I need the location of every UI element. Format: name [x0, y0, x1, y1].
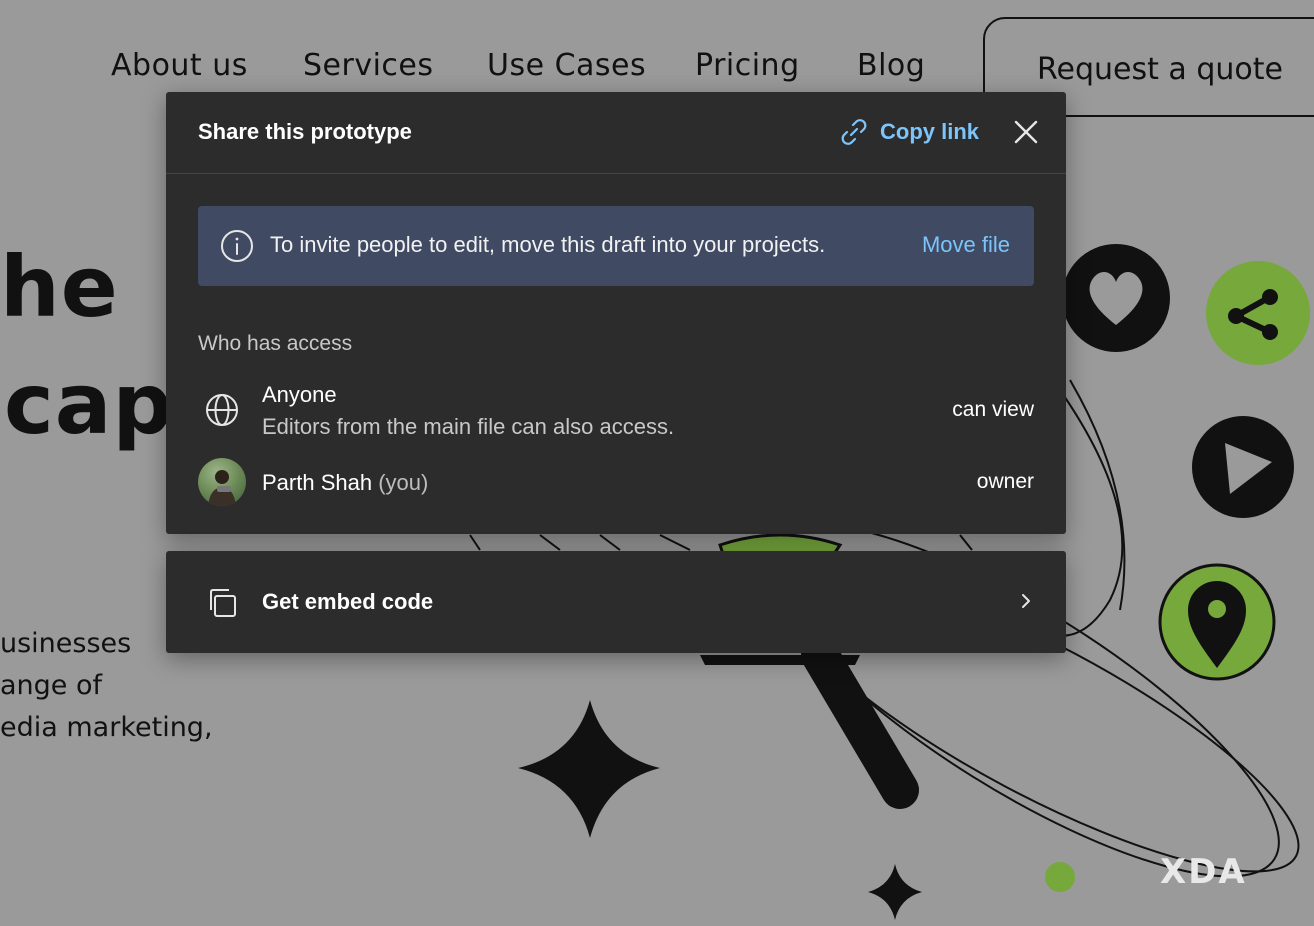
chevron-right-icon — [1022, 594, 1030, 608]
move-file-link[interactable]: Move file — [922, 232, 1010, 258]
link-icon — [841, 119, 867, 145]
access-anyone-subtitle: Editors from the main file can also acce… — [262, 414, 675, 439]
copy-link-label: Copy link — [880, 119, 980, 144]
avatar — [198, 458, 246, 506]
globe-icon — [206, 394, 238, 426]
access-anyone-permission[interactable]: can view — [952, 398, 1034, 422]
copy-link-button[interactable]: Copy link — [838, 115, 979, 149]
xda-watermark: XDA — [1160, 852, 1247, 892]
nav-services[interactable]: Services — [303, 48, 434, 83]
access-owner-name-row: Parth Shah (you) — [262, 470, 428, 496]
request-quote-label: Request a quote — [1037, 52, 1283, 87]
nav-pricing[interactable]: Pricing — [695, 48, 800, 83]
hero-text-line-2: cap — [4, 355, 174, 453]
access-owner-you: (you) — [378, 470, 429, 495]
hero-text-line-1: he — [0, 238, 119, 336]
access-anyone-title: Anyone — [262, 382, 337, 407]
close-icon[interactable] — [1010, 116, 1042, 148]
access-owner-permission: owner — [976, 470, 1034, 493]
info-icon — [221, 230, 253, 262]
modal-title: Share this prototype — [198, 119, 412, 144]
share-modal: Share this prototype Copy link To invite… — [166, 92, 1066, 534]
embed-label: Get embed code — [262, 589, 434, 614]
body-text-line-2: ange of — [0, 670, 103, 701]
get-embed-code-button[interactable]: Get embed code — [166, 551, 1066, 653]
avatar-image — [208, 470, 236, 506]
modal-header: Share this prototype Copy link — [166, 92, 1066, 174]
body-text-line-3: edia marketing, — [0, 712, 213, 743]
nav-about-us[interactable]: About us — [111, 48, 248, 83]
info-banner: To invite people to edit, move this draf… — [198, 206, 1034, 286]
nav-blog[interactable]: Blog — [857, 48, 925, 83]
access-owner-name: Parth Shah — [262, 470, 373, 495]
nav-use-cases[interactable]: Use Cases — [487, 48, 646, 83]
who-has-access-label: Who has access — [198, 332, 353, 355]
copy-embed-icon — [210, 589, 236, 617]
banner-text: To invite people to edit, move this draf… — [270, 232, 826, 257]
body-text-line-1: usinesses — [0, 628, 132, 659]
